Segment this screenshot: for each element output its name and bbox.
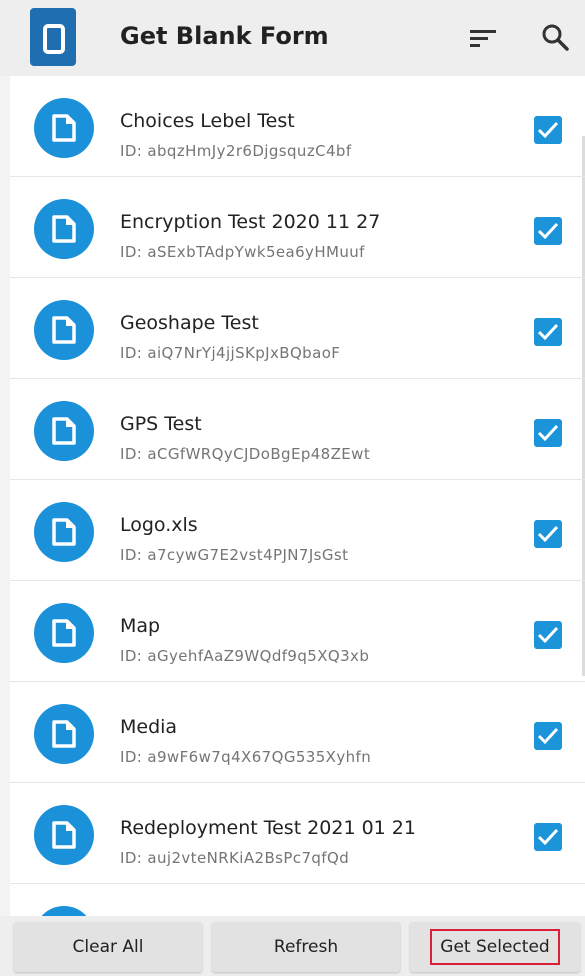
form-name: GPS Test: [120, 413, 202, 435]
document-icon: [34, 906, 94, 916]
get-selected-button[interactable]: Get Selected: [410, 922, 580, 972]
form-checkbox[interactable]: [534, 217, 562, 245]
form-id: ID: auj2vteNRKiA2BsPc7qfQd: [120, 849, 350, 867]
clear-all-button[interactable]: Clear All: [14, 922, 202, 972]
form-name: Redeployment Test 2021 01 21: [120, 817, 416, 839]
form-id: ID: aCGfWRQyCJDoBgEp48ZEwt: [120, 445, 371, 463]
clear-all-label: Clear All: [72, 937, 144, 957]
form-list[interactable]: Choices Lebel Test ID: abqzHmJy2r6Djgsqu…: [10, 76, 585, 916]
list-item-partial[interactable]: [10, 884, 585, 916]
document-icon: [34, 300, 94, 360]
form-id: ID: aiQ7NrYj4jjSKpJxBQbaoF: [120, 344, 341, 362]
form-checkbox[interactable]: [534, 520, 562, 548]
app-bar: Get Blank Form: [0, 0, 585, 76]
list-item[interactable]: Choices Lebel Test ID: abqzHmJy2r6Djgsqu…: [10, 76, 585, 177]
get-selected-label: Get Selected: [430, 929, 560, 965]
form-checkbox[interactable]: [534, 318, 562, 346]
form-name: Geoshape Test: [120, 312, 259, 334]
list-item[interactable]: Encryption Test 2020 11 27 ID: aSExbTAdp…: [10, 177, 585, 278]
document-icon: [34, 502, 94, 562]
form-id: ID: aGyehfAaZ9WQdf9q5XQ3xb: [120, 647, 370, 665]
form-checkbox[interactable]: [534, 116, 562, 144]
document-icon: [34, 704, 94, 764]
refresh-button[interactable]: Refresh: [212, 922, 400, 972]
form-id: ID: a9wF6w7q4X67QG535Xyhfn: [120, 748, 372, 766]
page-title: Get Blank Form: [120, 22, 329, 50]
form-id: ID: aSExbTAdpYwk5ea6yHMuuf: [120, 243, 365, 261]
list-item[interactable]: Media ID: a9wF6w7q4X67QG535Xyhfn: [10, 682, 585, 783]
form-checkbox[interactable]: [534, 419, 562, 447]
form-id: ID: abqzHmJy2r6DjgsquzC4bf: [120, 142, 352, 160]
form-name: Media: [120, 716, 178, 738]
form-checkbox[interactable]: [534, 621, 562, 649]
form-name: Encryption Test 2020 11 27: [120, 211, 381, 233]
list-item[interactable]: Logo.xls ID: a7cywG7E2vst4PJN7JsGst: [10, 480, 585, 581]
search-icon[interactable]: [532, 14, 580, 62]
form-name: Choices Lebel Test: [120, 110, 295, 132]
list-item[interactable]: GPS Test ID: aCGfWRQyCJDoBgEp48ZEwt: [10, 379, 585, 480]
document-icon: [34, 199, 94, 259]
refresh-label: Refresh: [273, 937, 339, 957]
form-name: Logo.xls: [120, 514, 198, 536]
sort-icon[interactable]: [460, 14, 508, 62]
document-icon: [34, 805, 94, 865]
document-icon: [34, 603, 94, 663]
form-checkbox[interactable]: [534, 823, 562, 851]
list-item[interactable]: Geoshape Test ID: aiQ7NrYj4jjSKpJxBQbaoF: [10, 278, 585, 379]
form-name: Map: [120, 615, 161, 637]
app-logo-icon: [30, 8, 76, 66]
form-checkbox[interactable]: [534, 722, 562, 750]
list-item[interactable]: Map ID: aGyehfAaZ9WQdf9q5XQ3xb: [10, 581, 585, 682]
form-id: ID: a7cywG7E2vst4PJN7JsGst: [120, 546, 349, 564]
document-icon: [34, 401, 94, 461]
document-icon: [34, 98, 94, 158]
list-item[interactable]: Redeployment Test 2021 01 21 ID: auj2vte…: [10, 783, 585, 884]
bottom-action-bar: Clear All Refresh Get Selected: [0, 916, 585, 976]
